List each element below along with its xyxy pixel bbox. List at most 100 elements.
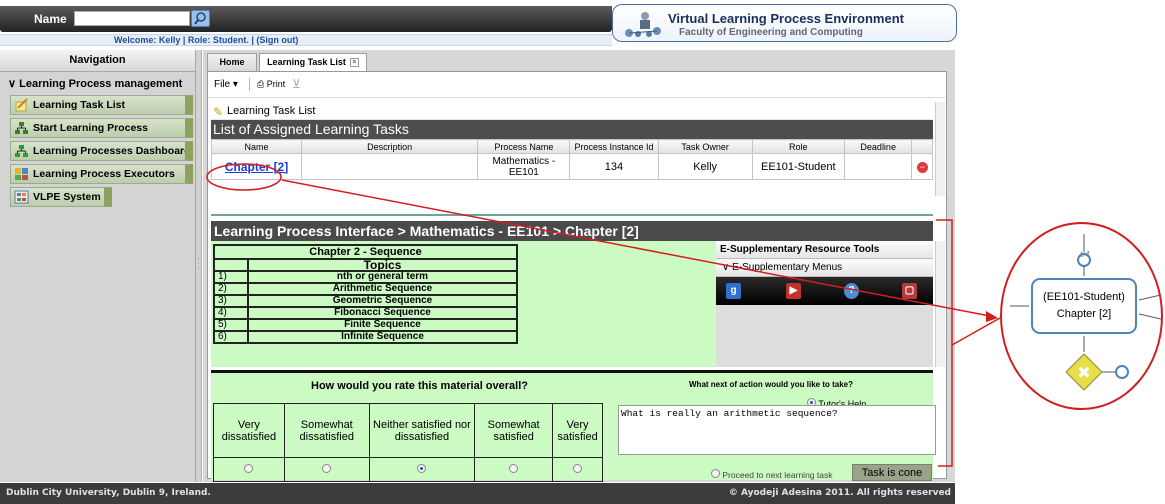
task-done-button[interactable]: Task is cone (852, 464, 932, 481)
topic-link[interactable]: Arithmetic Sequence (247, 282, 518, 296)
list-item[interactable]: 5) Finite Sequence (213, 318, 518, 332)
search-icon (194, 12, 206, 25)
sidebar-item-label: VLPE System (33, 191, 101, 203)
pencil-task-icon: ✎ (213, 105, 224, 119)
rating-labels-row: Very dissatisfied Somewhat dissatisfied … (213, 403, 603, 458)
delete-icon[interactable]: − (916, 161, 928, 173)
interface-scrollbar[interactable] (935, 241, 945, 367)
callout-arrowhead (986, 311, 998, 322)
topic-link[interactable]: nth or general term (247, 270, 518, 284)
assigned-tasks-table: Name Description Process Name Process In… (210, 139, 933, 180)
proceed-option[interactable]: Proceed to next learning task (711, 469, 832, 480)
welcome-text[interactable]: Welcome: Kelly | Role: Student. | (Sign … (114, 35, 298, 45)
chevron-down-icon: ∨ (8, 78, 20, 90)
learning-process-interface-body: Chapter 2 - Sequence Topics 1) nth or gen… (211, 241, 933, 367)
tab-home[interactable]: Home (207, 53, 257, 71)
toolbar: File ▾ ⎙ Print ⊻ (208, 72, 946, 98)
rating-radio-very-satisfied[interactable] (573, 463, 583, 473)
main-area: Home Learning Task List × File ▾ ⎙ Print … (203, 50, 955, 482)
tab-learning-task-list[interactable]: Learning Task List × (259, 53, 367, 71)
zoomed-role-label: (EE101-Student) (1043, 291, 1125, 303)
topic-link[interactable]: Fibonacci Sequence (247, 306, 518, 320)
task-owner-cell: Kelly (657, 153, 753, 180)
zoomed-task-box: (EE101-Student) Chapter [2] (1031, 278, 1137, 334)
topic-link[interactable]: Infinite Sequence (247, 330, 518, 344)
topic-number: 2) (213, 282, 249, 296)
pencil-task-icon (15, 98, 28, 112)
topic-number: 5) (213, 318, 249, 332)
brand-subtitle: Faculty of Engineering and Computing (679, 27, 863, 38)
sidebar-splitter[interactable]: · · · (196, 50, 202, 482)
task-list-scrollbar[interactable] (935, 102, 945, 196)
supplementary-tools-title: E-Supplementary Resource Tools (716, 241, 933, 259)
navigation-sidebar: Navigation ∨ Learning Process management… (0, 50, 196, 482)
rating-radio-neither[interactable] (417, 463, 427, 473)
youtube-icon[interactable]: ▶ (786, 283, 801, 299)
zoomed-task-label: Chapter [2] (1056, 308, 1112, 320)
column-header: Process Name (477, 139, 571, 154)
table-row: Chapter [2] Mathematics - EE101 134 Kell… (210, 153, 933, 180)
topic-link[interactable]: Finite Sequence (247, 318, 518, 332)
proceed-radio[interactable] (711, 469, 720, 478)
print-button[interactable]: ⎙ Print (257, 79, 285, 90)
pin-icon[interactable]: ⊻ (292, 77, 301, 91)
rating-radio-somewhat-satisfied[interactable] (509, 463, 519, 473)
list-item[interactable]: 1) nth or general term (213, 270, 518, 284)
svg-text:✖: ✖ (1077, 363, 1090, 382)
search-button[interactable] (191, 10, 210, 27)
brand-banner: Virtual Learning Process Environment Fac… (612, 4, 957, 42)
column-header: Task Owner (657, 139, 753, 154)
topic-link[interactable]: Geometric Sequence (247, 294, 518, 308)
content-panel: File ▾ ⎙ Print ⊻ ✎ Learning Task List Li… (207, 71, 947, 482)
name-search-input[interactable] (74, 11, 190, 26)
sidebar-item-learning-task-list[interactable]: Learning Task List (10, 95, 193, 115)
assigned-tasks-heading: List of Assigned Learning Tasks (211, 120, 933, 139)
rating-radio-cell (368, 457, 476, 482)
supplementary-menus-label: E-Supplementary Menus (732, 262, 843, 273)
list-item[interactable]: 2) Arithmetic Sequence (213, 282, 518, 296)
chapter-topics-table: Chapter 2 - Sequence Topics 1) nth or gen… (213, 244, 518, 344)
book-icon[interactable]: ▢ (902, 283, 917, 299)
column-header: Role (751, 139, 845, 154)
sidebar-item-vlpe-system[interactable]: VLPE System (10, 187, 112, 207)
google-icon[interactable]: g (726, 283, 741, 299)
welcome-strip: Welcome: Kelly | Role: Student. | (Sign … (0, 34, 612, 46)
rating-radio-cell (552, 457, 603, 482)
nav-group-label: Learning Process management (19, 78, 183, 90)
rating-radio-cell (283, 457, 370, 482)
task-link-chapter-2[interactable]: Chapter [2] (225, 160, 288, 174)
rating-radio-somewhat-dissatisfied[interactable] (322, 463, 332, 473)
dropdown-arrow-icon: ▾ (232, 79, 238, 90)
transition-label: tr4 (1080, 250, 1090, 259)
sidebar-item-label: Learning Task List (33, 99, 125, 111)
supplementary-menus-toggle[interactable]: ∨ E-Supplementary Menus (716, 259, 933, 277)
tutor-question-textarea[interactable]: What is really an arithmetic sequence? (618, 405, 936, 455)
supplementary-resources-panel: E-Supplementary Resource Tools ∨ E-Suppl… (716, 241, 933, 367)
nav-group-learning-process[interactable]: ∨ Learning Process management (0, 77, 195, 93)
process-tree-icon (15, 145, 28, 157)
sidebar-item-learning-process-executors[interactable]: Learning Process Executors (10, 164, 193, 184)
sidebar-item-learning-processes-dashboard[interactable]: Learning Processes Dashboard (10, 141, 193, 161)
sidebar-item-label: Learning Processes Dashboard (33, 145, 191, 157)
name-search-bar: Name (0, 6, 612, 32)
chat-help-icon[interactable]: ? (844, 283, 859, 299)
splitter-grip-icon: · · · (197, 254, 200, 273)
sidebar-item-start-learning-process[interactable]: Start Learning Process (10, 118, 193, 138)
file-menu[interactable]: File ▾ (214, 79, 238, 90)
network-logo-icon (625, 12, 661, 37)
topic-number: 4) (213, 306, 249, 320)
list-item[interactable]: 4) Fibonacci Sequence (213, 306, 518, 320)
rating-radio-very-dissatisfied[interactable] (244, 463, 254, 473)
rating-table: Very dissatisfied Somewhat dissatisfied … (213, 403, 603, 482)
column-header: Deadline (843, 139, 913, 154)
column-header: Process Instance Id (569, 139, 659, 154)
process-tree-icon (15, 122, 28, 134)
name-label: Name (34, 12, 67, 26)
list-item[interactable]: 6) Infinite Sequence (213, 330, 518, 344)
chapter-title: Chapter 2 - Sequence (213, 244, 518, 260)
column-header: Description (301, 139, 479, 154)
footer-address: Dublin City University, Dublin 9, Irelan… (6, 488, 211, 498)
topics-header: Topics (247, 258, 518, 272)
tab-close-icon[interactable]: × (349, 58, 359, 68)
list-item[interactable]: 3) Geometric Sequence (213, 294, 518, 308)
